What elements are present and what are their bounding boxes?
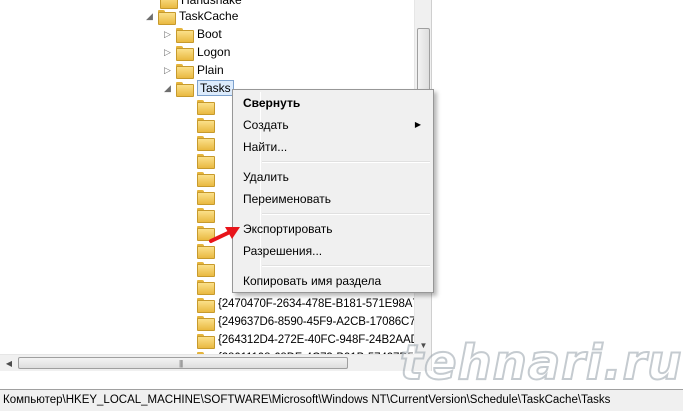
folder-icon (197, 135, 215, 151)
menu-item-copy-key-name[interactable]: Копировать имя раздела (235, 270, 431, 292)
tree-node-label: {264312D4-272E-40FC-948F-24B2AAD (218, 334, 419, 346)
tree-node-tasks[interactable]: ◢ Tasks (163, 79, 234, 97)
tree-node-guid[interactable] (197, 97, 218, 115)
tree-node-label: TaskCache (179, 9, 239, 23)
watermark-logo: tehnari.ru (399, 334, 683, 392)
folder-icon (176, 45, 194, 61)
menu-item-find[interactable]: Найти... (235, 136, 431, 158)
tree-node-guid[interactable] (197, 259, 218, 277)
folder-icon (197, 297, 215, 313)
folder-icon (176, 81, 194, 97)
tree-node-label-selected: Tasks (197, 80, 234, 96)
tree-node-plain[interactable]: ▷ Plain (163, 61, 224, 79)
folder-icon (197, 153, 215, 169)
tree-node-label: {249637D6-8590-45F9-A2CB-17086C7E (218, 316, 424, 328)
folder-icon (197, 243, 215, 259)
chevron-right-icon: ▶ (414, 120, 421, 129)
folder-icon (197, 99, 215, 115)
tree-node-guid[interactable] (197, 151, 218, 169)
tree-node-label: Boot (197, 27, 222, 41)
triangle-down-icon[interactable]: ◢ (163, 79, 172, 97)
folder-icon (197, 171, 215, 187)
tree-node-guid[interactable] (197, 187, 218, 205)
menu-item-delete[interactable]: Удалить (235, 166, 431, 188)
folder-icon (158, 9, 176, 25)
tree-node-logon[interactable]: ▷ Logon (163, 43, 230, 61)
tree-node-guid[interactable] (197, 277, 218, 295)
tree-node-guid[interactable]: {2470470F-2634-478E-B181-571E98A78 (197, 295, 425, 313)
tree-node-label: {2470470F-2634-478E-B181-571E98A78 (218, 298, 425, 310)
tree-node-guid[interactable]: {264312D4-272E-40FC-948F-24B2AAD (197, 331, 419, 349)
horizontal-scrollbar[interactable]: ◀ ||| (0, 354, 431, 371)
folder-icon (197, 117, 215, 133)
status-bar-path: Компьютер\HKEY_LOCAL_MACHINE\SOFTWARE\Mi… (3, 394, 611, 406)
menu-item-label: Создать (243, 118, 289, 132)
tree-node-label: Plain (197, 63, 224, 77)
folder-icon (197, 315, 215, 331)
menu-item-export[interactable]: Экспортировать (235, 218, 431, 240)
menu-item-collapse[interactable]: Свернуть (235, 92, 431, 114)
folder-icon (197, 207, 215, 223)
red-arrow-icon (209, 227, 240, 243)
scrollbar-grip-icon: ||| (179, 359, 183, 368)
menu-separator (262, 213, 430, 215)
status-bar: Компьютер\HKEY_LOCAL_MACHINE\SOFTWARE\Mi… (0, 389, 683, 411)
folder-icon (197, 261, 215, 277)
tree-node-guid[interactable] (197, 169, 218, 187)
scroll-left-arrow-icon[interactable]: ◀ (2, 355, 16, 371)
triangle-down-icon[interactable]: ◢ (145, 7, 154, 25)
tree-node-taskcache[interactable]: ◢ TaskCache (145, 7, 238, 25)
menu-item-permissions[interactable]: Разрешения... (235, 240, 431, 262)
tree-node-guid[interactable] (197, 133, 218, 151)
folder-icon (176, 63, 194, 79)
folder-icon (176, 27, 194, 43)
folder-icon (197, 279, 215, 295)
triangle-right-icon[interactable]: ▷ (163, 25, 172, 43)
triangle-right-icon[interactable]: ▷ (163, 43, 172, 61)
folder-icon (197, 333, 215, 349)
tree-node-guid[interactable] (197, 115, 218, 133)
horizontal-scrollbar-thumb[interactable]: ||| (18, 357, 348, 369)
menu-separator (262, 161, 430, 163)
triangle-right-icon[interactable]: ▷ (163, 61, 172, 79)
tree-node-label: Logon (197, 45, 231, 59)
tree-node-guid[interactable]: {249637D6-8590-45F9-A2CB-17086C7E (197, 313, 423, 331)
context-menu: Свернуть Создать ▶ Найти... Удалить Пере… (232, 89, 434, 293)
tree-node-boot[interactable]: ▷ Boot (163, 25, 222, 43)
menu-item-rename[interactable]: Переименовать (235, 188, 431, 210)
folder-icon (197, 189, 215, 205)
folder-icon (160, 0, 178, 9)
menu-separator (262, 265, 430, 267)
menu-item-new[interactable]: Создать ▶ (235, 114, 431, 136)
